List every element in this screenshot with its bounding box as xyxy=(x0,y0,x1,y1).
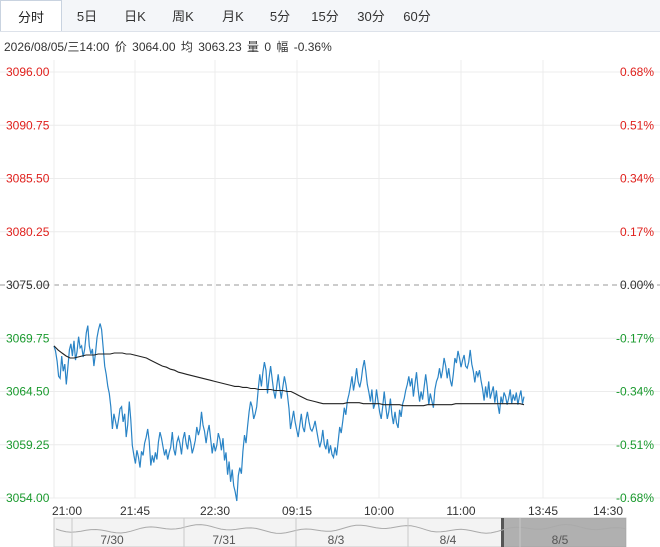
price-line xyxy=(53,323,525,502)
tab-60-min[interactable]: 60分 xyxy=(394,0,440,31)
info-change: -0.36% xyxy=(293,40,332,54)
tab-daily-k[interactable]: 日K xyxy=(112,0,158,31)
info-datetime: 2026/08/05/三14:00 xyxy=(4,40,110,54)
y-right-tick-label: 0.00% xyxy=(620,278,654,292)
y-right-tick-label: -0.17% xyxy=(616,331,654,345)
navigator-label: 7/30 xyxy=(100,533,124,547)
y-right-tick-label: 0.17% xyxy=(620,225,654,239)
x-tick-label: 09:15 xyxy=(282,504,312,518)
period-tabs: 分时 5日 日K 周K 月K 5分 15分 30分 60分 xyxy=(0,0,660,32)
info-avg: 3063.23 xyxy=(198,40,242,54)
tab-5-min[interactable]: 5分 xyxy=(258,0,302,31)
tab-weekly-k[interactable]: 周K xyxy=(158,0,208,31)
y-right-tick-label: -0.34% xyxy=(616,385,654,399)
tab-15-min[interactable]: 15分 xyxy=(302,0,348,31)
y-tick-label: 3085.50 xyxy=(6,172,50,186)
tab-intraday[interactable]: 分时 xyxy=(0,0,62,31)
intraday-chart[interactable]: 3096.00 0.68% 3090.75 0.51% 3085.50 0.34% 3080… xyxy=(0,60,660,547)
y-tick-label: 3064.50 xyxy=(6,385,50,399)
y-tick-label: 3090.75 xyxy=(6,118,50,132)
navigator-label: 8/4 xyxy=(440,533,457,547)
tab-5-day[interactable]: 5日 xyxy=(62,0,112,31)
tab-monthly-k[interactable]: 月K xyxy=(208,0,258,31)
info-change-label: 幅 xyxy=(276,40,289,54)
y-tick-label: 3080.25 xyxy=(6,225,50,239)
x-tick-label: 14:30 xyxy=(593,504,623,518)
y-right-tick-label: 0.68% xyxy=(620,65,654,79)
navigator-handle-left xyxy=(501,518,504,547)
quote-info-bar: 2026/08/05/三14:00 价 3064.00 均 3063.23 量 … xyxy=(4,38,334,55)
navigator-label: 8/5 xyxy=(552,533,569,547)
x-tick-label: 11:00 xyxy=(446,504,475,518)
y-tick-label: 3069.75 xyxy=(6,331,50,345)
navigator-label: 7/31 xyxy=(212,533,236,547)
info-price-label: 价 xyxy=(114,40,127,54)
info-avg-label: 均 xyxy=(180,40,193,54)
x-tick-label: 10:00 xyxy=(364,504,394,518)
x-tick-label: 22:30 xyxy=(200,504,230,518)
info-volume: 0 xyxy=(264,40,272,54)
y-tick-label: 3096.00 xyxy=(6,65,50,79)
tab-30-min[interactable]: 30分 xyxy=(348,0,394,31)
y-tick-label: 3059.25 xyxy=(6,438,50,452)
info-volume-label: 量 xyxy=(246,40,259,54)
y-right-tick-label: 0.51% xyxy=(620,118,654,132)
x-tick-label: 13:45 xyxy=(528,504,558,518)
y-right-tick-label: 0.34% xyxy=(620,172,654,186)
x-tick-label: 21:00 xyxy=(52,504,82,518)
y-right-tick-label: -0.68% xyxy=(616,491,654,505)
y-tick-label: 3075.00 xyxy=(6,278,50,292)
info-price: 3064.00 xyxy=(132,40,176,54)
y-tick-label: 3054.00 xyxy=(6,491,50,505)
y-right-tick-label: -0.51% xyxy=(616,438,654,452)
x-tick-label: 21:45 xyxy=(120,504,150,518)
navigator-label: 8/3 xyxy=(328,533,345,547)
